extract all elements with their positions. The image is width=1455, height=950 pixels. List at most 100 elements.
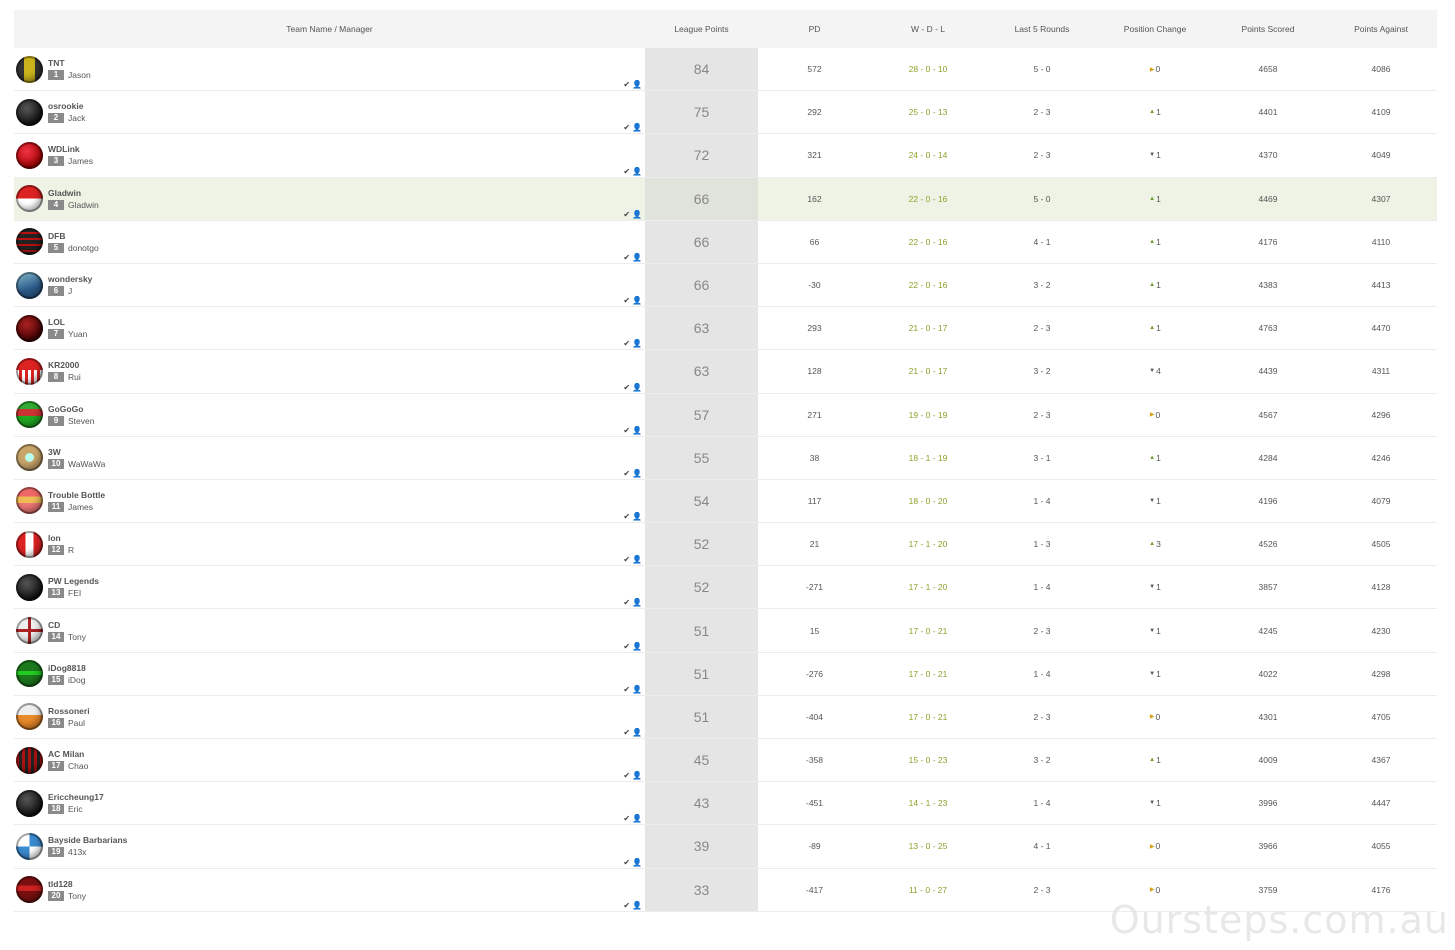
team-name[interactable]: Bayside Barbarians — [48, 834, 127, 846]
team-cell[interactable]: WDLink 3 James ✔ 👤 — [14, 134, 645, 176]
team-logo — [16, 401, 43, 429]
table-row[interactable]: Rossoneri 16 Paul ✔ 👤 51 -404 17 - 0 - 2… — [14, 695, 1437, 739]
team-name[interactable]: TNT — [48, 57, 91, 69]
table-row[interactable]: CD 14 Tony ✔ 👤 51 15 17 - 0 - 21 2 - 3 ▼… — [14, 609, 1437, 653]
team-name[interactable]: DFB — [48, 230, 99, 242]
team-name[interactable]: wondersky — [48, 273, 92, 285]
win-draw-loss: 21 - 0 - 17 — [908, 366, 948, 377]
team-name[interactable]: Rossoneri — [48, 705, 90, 717]
user-icon[interactable]: 👤 — [632, 858, 642, 867]
points-scored: 4383 — [1258, 280, 1278, 291]
team-name[interactable]: KR2000 — [48, 359, 81, 371]
team-name[interactable]: Ericcheung17 — [48, 791, 104, 803]
user-icon[interactable]: 👤 — [632, 771, 642, 780]
user-icon[interactable]: 👤 — [632, 814, 642, 823]
team-name[interactable]: lon — [48, 532, 74, 544]
header-league-points[interactable]: League Points — [645, 10, 758, 48]
arrow-right-icon: ▶ — [1149, 887, 1155, 894]
team-cell[interactable]: Trouble Bottle 11 James ✔ 👤 — [14, 480, 645, 522]
team-cell[interactable]: DFB 5 donotgo ✔ 👤 — [14, 221, 645, 263]
table-row[interactable]: Trouble Bottle 11 James ✔ 👤 54 117 18 - … — [14, 479, 1437, 524]
team-name[interactable]: Trouble Bottle — [48, 489, 105, 501]
table-row[interactable]: osrookie 2 Jack ✔ 👤 75 292 25 - 0 - 13 2… — [14, 91, 1437, 135]
table-row[interactable]: GoGoGo 9 Steven ✔ 👤 57 271 19 - 0 - 19 2… — [14, 393, 1437, 437]
user-icon[interactable]: 👤 — [632, 598, 642, 607]
team-cell[interactable]: KR2000 8 Rui ✔ 👤 — [14, 350, 645, 392]
team-cell[interactable]: lon 12 R ✔ 👤 — [14, 523, 645, 565]
team-cell[interactable]: Rossoneri 16 Paul ✔ 👤 — [14, 696, 645, 738]
user-icon[interactable]: 👤 — [632, 512, 642, 521]
row-icons: ✔ 👤 — [623, 901, 642, 910]
league-points: 52 — [645, 523, 758, 566]
user-icon[interactable]: 👤 — [632, 555, 642, 564]
team-name[interactable]: CD — [48, 619, 86, 631]
header-pd[interactable]: PD — [758, 10, 871, 48]
team-cell[interactable]: iDog8818 15 iDog ✔ 👤 — [14, 653, 645, 695]
user-icon[interactable]: 👤 — [632, 685, 642, 694]
team-name[interactable]: LOL — [48, 316, 87, 328]
position-change: ▼ 1 — [1099, 134, 1211, 176]
table-row[interactable]: 3W 10 WaWaWa ✔ 👤 55 38 18 - 1 - 19 3 - 1… — [14, 436, 1437, 480]
team-cell[interactable]: osrookie 2 Jack ✔ 👤 — [14, 91, 645, 133]
team-cell[interactable]: AC Milan 17 Chao ✔ 👤 — [14, 739, 645, 781]
user-icon[interactable]: 👤 — [632, 339, 642, 348]
team-cell[interactable]: LOL 7 Yuan ✔ 👤 — [14, 307, 645, 349]
table-row[interactable]: KR2000 8 Rui ✔ 👤 63 128 21 - 0 - 17 3 - … — [14, 350, 1437, 394]
user-icon[interactable]: 👤 — [632, 123, 642, 132]
user-icon[interactable]: 👤 — [632, 426, 642, 435]
team-logo — [16, 314, 43, 342]
team-cell[interactable]: CD 14 Tony ✔ 👤 — [14, 609, 645, 651]
user-icon[interactable]: 👤 — [632, 901, 642, 910]
table-row[interactable]: Ericcheung17 18 Eric ✔ 👤 43 -451 14 - 1 … — [14, 782, 1437, 826]
team-cell[interactable]: 3W 10 WaWaWa ✔ 👤 — [14, 437, 645, 479]
team-name[interactable]: Gladwin — [48, 187, 99, 199]
team-name[interactable]: tld128 — [48, 878, 86, 890]
header-position-change[interactable]: Position Change — [1099, 10, 1211, 48]
table-row[interactable]: LOL 7 Yuan ✔ 👤 63 293 21 - 0 - 17 2 - 3 … — [14, 307, 1437, 351]
table-row[interactable]: DFB 5 donotgo ✔ 👤 66 66 22 - 0 - 16 4 - … — [14, 220, 1437, 264]
user-icon[interactable]: 👤 — [632, 167, 642, 176]
table-row[interactable]: lon 12 R ✔ 👤 52 21 17 - 1 - 20 1 - 3 ▲ 3… — [14, 523, 1437, 567]
user-icon[interactable]: 👤 — [632, 210, 642, 219]
team-name[interactable]: GoGoGo — [48, 403, 94, 415]
win-draw-loss: 17 - 0 - 21 — [908, 711, 948, 722]
team-cell[interactable]: TNT 1 Jason ✔ 👤 — [14, 48, 645, 90]
rank-badge: 9 — [48, 415, 64, 426]
user-icon[interactable]: 👤 — [632, 642, 642, 651]
user-icon[interactable]: 👤 — [632, 80, 642, 89]
header-points-scored[interactable]: Points Scored — [1211, 10, 1325, 48]
team-cell[interactable]: GoGoGo 9 Steven ✔ 👤 — [14, 394, 645, 436]
user-icon[interactable]: 👤 — [632, 383, 642, 392]
table-row[interactable]: PW Legends 13 FEI ✔ 👤 52 -271 17 - 1 - 2… — [14, 566, 1437, 610]
team-logo — [16, 141, 43, 169]
team-name[interactable]: osrookie — [48, 100, 85, 112]
user-icon[interactable]: 👤 — [632, 253, 642, 262]
points-difference: -404 — [805, 711, 823, 722]
header-wdl[interactable]: W - D - L — [871, 10, 985, 48]
header-last5[interactable]: Last 5 Rounds — [985, 10, 1099, 48]
header-points-against[interactable]: Points Against — [1325, 10, 1437, 48]
table-row[interactable]: Bayside Barbarians 19 413x ✔ 👤 39 -89 13… — [14, 825, 1437, 869]
team-name[interactable]: WDLink — [48, 143, 93, 155]
header-team[interactable]: Team Name / Manager — [14, 10, 645, 48]
row-icons: ✔ 👤 — [623, 858, 642, 867]
team-name[interactable]: 3W — [48, 446, 105, 458]
user-icon[interactable]: 👤 — [632, 469, 642, 478]
team-cell[interactable]: PW Legends 13 FEI ✔ 👤 — [14, 566, 645, 608]
team-cell[interactable]: wondersky 6 J ✔ 👤 — [14, 264, 645, 306]
table-row[interactable]: Gladwin 4 Gladwin ✔ 👤 66 162 22 - 0 - 16… — [14, 177, 1437, 221]
team-name[interactable]: AC Milan — [48, 748, 88, 760]
user-icon[interactable]: 👤 — [632, 296, 642, 305]
table-row[interactable]: wondersky 6 J ✔ 👤 66 -30 22 - 0 - 16 3 -… — [14, 263, 1437, 308]
team-name[interactable]: iDog8818 — [48, 662, 86, 674]
team-name[interactable]: PW Legends — [48, 575, 99, 587]
team-cell[interactable]: Gladwin 4 Gladwin ✔ 👤 — [14, 178, 645, 220]
table-row[interactable]: WDLink 3 James ✔ 👤 72 321 24 - 0 - 14 2 … — [14, 134, 1437, 178]
table-row[interactable]: TNT 1 Jason ✔ 👤 84 572 28 - 0 - 10 5 - 0… — [14, 48, 1437, 92]
team-cell[interactable]: Ericcheung17 18 Eric ✔ 👤 — [14, 782, 645, 824]
user-icon[interactable]: 👤 — [632, 728, 642, 737]
team-cell[interactable]: Bayside Barbarians 19 413x ✔ 👤 — [14, 825, 645, 867]
team-cell[interactable]: tld128 20 Tony ✔ 👤 — [14, 869, 645, 911]
table-row[interactable]: iDog8818 15 iDog ✔ 👤 51 -276 17 - 0 - 21… — [14, 652, 1437, 696]
table-row[interactable]: AC Milan 17 Chao ✔ 👤 45 -358 15 - 0 - 23… — [14, 739, 1437, 783]
